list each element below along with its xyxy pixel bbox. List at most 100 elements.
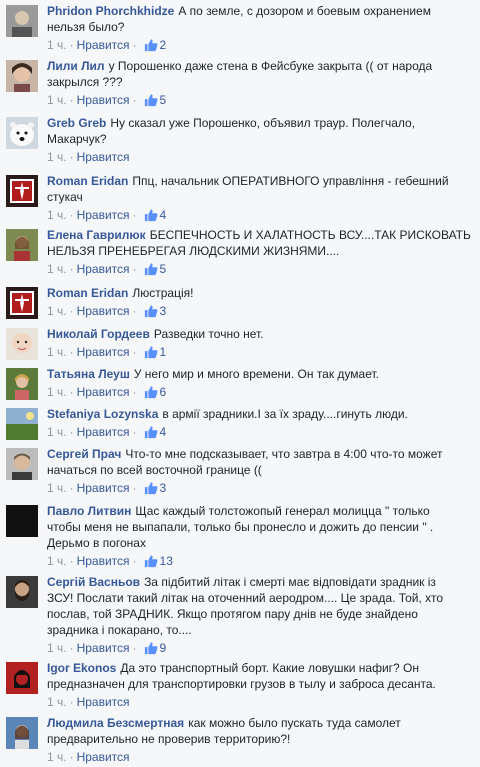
thumbs-up-icon bbox=[144, 425, 158, 443]
like-count[interactable]: 6 bbox=[160, 385, 167, 399]
comment-content: Татьяна Леуш У него мир и много времени. … bbox=[47, 366, 474, 382]
comment-body: Stefaniya Lozynska в армiї зрадники.I за … bbox=[47, 406, 474, 440]
comment-text: Люстрацiя! bbox=[132, 286, 194, 300]
like-button[interactable]: Нравится bbox=[77, 208, 130, 222]
avatar-image bbox=[6, 408, 38, 440]
comment-author[interactable]: Лили Лил bbox=[47, 59, 105, 73]
comment-time[interactable]: 1 ч. bbox=[47, 150, 67, 164]
comment-time[interactable]: 1 ч. bbox=[47, 262, 67, 276]
comment-author[interactable]: Сергей Прач bbox=[47, 447, 121, 461]
separator-dot: · bbox=[132, 304, 137, 318]
like-button[interactable]: Нравится bbox=[77, 385, 130, 399]
avatar[interactable] bbox=[6, 328, 38, 360]
comment-meta: 1 ч. · Нравится · 9 bbox=[47, 640, 474, 656]
comment-author[interactable]: Николай Гордеев bbox=[47, 327, 150, 341]
avatar[interactable] bbox=[6, 175, 38, 207]
avatar-image bbox=[6, 328, 38, 360]
thumbs-up-icon bbox=[144, 262, 158, 280]
thumbs-up-icon bbox=[144, 38, 158, 56]
avatar[interactable] bbox=[6, 448, 38, 480]
avatar[interactable] bbox=[6, 5, 38, 37]
comment-meta: 1 ч. · Нравится · 5 bbox=[47, 261, 474, 277]
comment-content: Елена Гаврилюк БЕСПЕЧНОСТЬ И ХАЛАТНОСТЬ В… bbox=[47, 227, 474, 259]
like-button[interactable]: Нравится bbox=[77, 150, 130, 164]
avatar[interactable] bbox=[6, 662, 38, 694]
like-button[interactable]: Нравится bbox=[77, 262, 130, 276]
comment-author[interactable]: Roman Eridan bbox=[47, 286, 128, 300]
like-count[interactable]: 4 bbox=[160, 208, 167, 222]
like-button[interactable]: Нравится bbox=[77, 345, 130, 359]
comment-time[interactable]: 1 ч. bbox=[47, 750, 67, 764]
comment-author[interactable]: Татьяна Леуш bbox=[47, 367, 130, 381]
comment-author[interactable]: Roman Eridan bbox=[47, 174, 128, 188]
separator-dot: · bbox=[132, 208, 137, 222]
comment-content: Phridon Phorchkhidze А по земле, с дозоро… bbox=[47, 3, 474, 35]
comment-author[interactable]: Phridon Phorchkhidze bbox=[47, 4, 174, 18]
avatar[interactable] bbox=[6, 576, 38, 608]
separator-dot: · bbox=[132, 641, 137, 655]
like-button[interactable]: Нравится bbox=[77, 425, 130, 439]
comment-text: У него мир и много времени. Он так думае… bbox=[133, 367, 380, 381]
comment-author[interactable]: Greb Greb bbox=[47, 116, 106, 130]
comment-time[interactable]: 1 ч. bbox=[47, 554, 67, 568]
comment-time[interactable]: 1 ч. bbox=[47, 425, 67, 439]
separator-dot: · bbox=[69, 425, 74, 439]
comment-time[interactable]: 1 ч. bbox=[47, 641, 67, 655]
comment-time[interactable]: 1 ч. bbox=[47, 695, 67, 709]
avatar[interactable] bbox=[6, 229, 38, 261]
like-count[interactable]: 2 bbox=[160, 38, 167, 52]
comment-time[interactable]: 1 ч. bbox=[47, 304, 67, 318]
comment-time[interactable]: 1 ч. bbox=[47, 93, 67, 107]
avatar-image bbox=[6, 576, 38, 608]
like-button[interactable]: Нравится bbox=[77, 750, 130, 764]
avatar[interactable] bbox=[6, 287, 38, 319]
avatar-image bbox=[6, 662, 38, 694]
like-count[interactable]: 5 bbox=[160, 93, 167, 107]
like-count[interactable]: 9 bbox=[160, 641, 167, 655]
like-count[interactable]: 5 bbox=[160, 262, 167, 276]
comment-time[interactable]: 1 ч. bbox=[47, 481, 67, 495]
comment-body: Николай Гордеев Разведки точно нет. 1 ч. · Н… bbox=[47, 326, 474, 360]
avatar[interactable] bbox=[6, 505, 38, 537]
thumbs-up-icon bbox=[144, 345, 158, 363]
like-button[interactable]: Нравится bbox=[77, 93, 130, 107]
separator-dot: · bbox=[69, 481, 74, 495]
avatar[interactable] bbox=[6, 368, 38, 400]
comment-time[interactable]: 1 ч. bbox=[47, 385, 67, 399]
avatar[interactable] bbox=[6, 117, 38, 149]
like-count[interactable]: 1 bbox=[160, 345, 167, 359]
like-button[interactable]: Нравится bbox=[77, 38, 130, 52]
avatar[interactable] bbox=[6, 408, 38, 440]
like-button[interactable]: Нравится bbox=[77, 695, 130, 709]
comment-author[interactable]: Сергiй Васньов bbox=[47, 575, 140, 589]
like-count[interactable]: 3 bbox=[160, 481, 167, 495]
avatar-image bbox=[6, 448, 38, 480]
separator-dot: · bbox=[132, 345, 137, 359]
avatar-image bbox=[6, 505, 38, 537]
separator-dot: · bbox=[132, 425, 137, 439]
comment-time[interactable]: 1 ч. bbox=[47, 208, 67, 222]
comment-time[interactable]: 1 ч. bbox=[47, 345, 67, 359]
like-button[interactable]: Нравится bbox=[77, 554, 130, 568]
like-button[interactable]: Нравится bbox=[77, 481, 130, 495]
like-button[interactable]: Нравится bbox=[77, 304, 130, 318]
comment-list: Phridon Phorchkhidze А по земле, с дозоро… bbox=[0, 0, 480, 767]
comment-body: Татьяна Леуш У него мир и много времени. … bbox=[47, 366, 474, 400]
avatar[interactable] bbox=[6, 60, 38, 92]
like-count[interactable]: 4 bbox=[160, 425, 167, 439]
comment-body: Igor Ekonos Да это транспортный борт. Как… bbox=[47, 660, 474, 710]
comment-author[interactable]: Igor Ekonos bbox=[47, 661, 116, 675]
comment-time[interactable]: 1 ч. bbox=[47, 38, 67, 52]
comment-author[interactable]: Stefaniya Lozynska bbox=[47, 407, 158, 421]
like-count[interactable]: 13 bbox=[160, 554, 173, 568]
comment-content: Roman Eridan Люстрацiя! bbox=[47, 285, 474, 301]
avatar[interactable] bbox=[6, 717, 38, 749]
comment-author[interactable]: Елена Гаврилюк bbox=[47, 228, 146, 242]
avatar-image bbox=[6, 229, 38, 261]
like-count[interactable]: 3 bbox=[160, 304, 167, 318]
like-button[interactable]: Нравится bbox=[77, 641, 130, 655]
comment-author[interactable]: Людмила Безсмертная bbox=[47, 716, 184, 730]
comment-author[interactable]: Павло Литвин bbox=[47, 504, 131, 518]
comment-meta: 1 ч. · Нравится · 13 bbox=[47, 553, 474, 569]
comment-meta: 1 ч. · Нравится · 1 bbox=[47, 344, 474, 360]
